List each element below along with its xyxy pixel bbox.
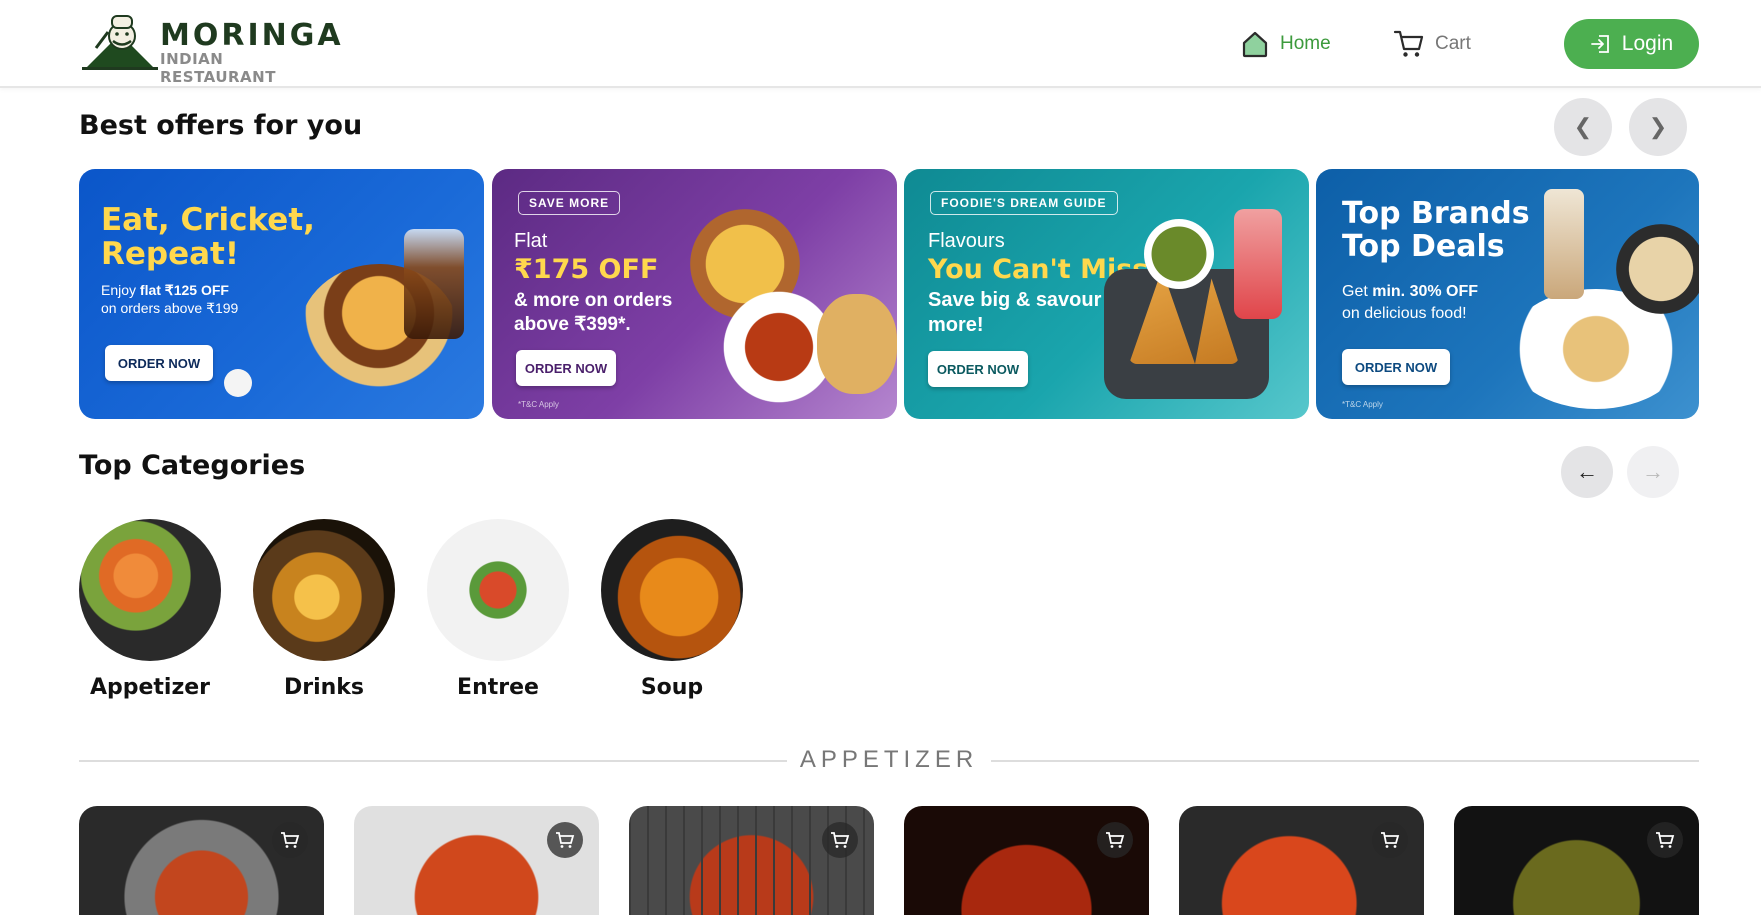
banner-headline: Top Brands Top Deals bbox=[1342, 196, 1530, 264]
nav-cart-label: Cart bbox=[1435, 33, 1471, 54]
banner-offer-subtext: on orders above ₹199 bbox=[101, 300, 239, 316]
offers-carousel: Eat, Cricket, Repeat! Enjoy flat ₹125 OF… bbox=[79, 169, 1699, 419]
add-to-cart-button[interactable] bbox=[547, 822, 583, 858]
home-icon bbox=[1242, 31, 1268, 58]
logo-subtitle: INDIAN RESTAURANT bbox=[160, 50, 276, 86]
drinks-image bbox=[253, 519, 395, 661]
category-label: Appetizer bbox=[89, 675, 211, 700]
add-to-cart-button[interactable] bbox=[822, 822, 858, 858]
banner-headline: ₹175 OFF bbox=[514, 254, 659, 285]
drink-image bbox=[404, 229, 464, 339]
banner-headline: Eat, Cricket, Repeat! bbox=[101, 202, 315, 273]
banner-terms: *T&C Apply bbox=[518, 400, 559, 409]
divider-line-right bbox=[991, 760, 1699, 762]
arrow-right-icon: → bbox=[1642, 459, 1664, 484]
product-card[interactable] bbox=[629, 806, 874, 915]
top-navbar: MORINGA INDIAN RESTAURANT Home Cart Logi… bbox=[0, 0, 1761, 88]
category-drinks[interactable]: Drinks bbox=[253, 519, 395, 700]
milkshake-image bbox=[1544, 189, 1584, 299]
category-label: Drinks bbox=[283, 675, 365, 700]
offer-banner-flavours[interactable]: FOODIE'S DREAM GUIDE Flavours You Can't … bbox=[904, 169, 1309, 419]
naan-image bbox=[817, 294, 897, 394]
banner-offer-text: Save big & savour more! bbox=[928, 289, 1102, 336]
section-divider: APPETIZER bbox=[79, 746, 1699, 774]
cart-add-icon bbox=[1656, 832, 1675, 848]
add-to-cart-button[interactable] bbox=[1372, 822, 1408, 858]
banner-offer-text: Enjoy flat ₹125 OFF bbox=[101, 282, 229, 298]
chevron-right-icon: ❯ bbox=[1648, 114, 1668, 139]
banner-offer-text: & more on orders above ₹399*. bbox=[514, 290, 673, 335]
product-card[interactable] bbox=[354, 806, 599, 915]
nav-cart-link[interactable]: Cart bbox=[1393, 26, 1471, 62]
offers-prev-button[interactable]: ❮ bbox=[1554, 98, 1612, 156]
banner-terms: *T&C Apply bbox=[1342, 400, 1383, 409]
order-now-button[interactable]: ORDER NOW bbox=[105, 345, 213, 381]
offers-title: Best offers for you bbox=[79, 110, 363, 141]
category-label: Soup bbox=[640, 675, 704, 700]
arrow-left-icon: ← bbox=[1576, 459, 1598, 484]
cricket-ball-image bbox=[224, 369, 252, 397]
cart-add-icon bbox=[556, 832, 575, 848]
order-now-button[interactable]: ORDER NOW bbox=[928, 351, 1028, 387]
banner-pre-text: Flavours bbox=[928, 230, 1005, 252]
add-to-cart-button[interactable] bbox=[272, 822, 308, 858]
banner-pre-text: Flat bbox=[514, 230, 548, 252]
offer-banner-flat-175[interactable]: SAVE MORE Flat ₹175 OFF & more on orders… bbox=[492, 169, 897, 419]
banner-tag: SAVE MORE bbox=[518, 191, 621, 215]
chutney-bowl-image bbox=[1144, 219, 1214, 289]
offer-banner-cricket[interactable]: Eat, Cricket, Repeat! Enjoy flat ₹125 OF… bbox=[79, 169, 484, 419]
product-card[interactable] bbox=[1179, 806, 1424, 915]
appetizer-image bbox=[79, 519, 221, 661]
login-button[interactable]: Login bbox=[1564, 19, 1699, 69]
login-label: Login bbox=[1621, 32, 1674, 55]
categories-title: Top Categories bbox=[79, 450, 306, 481]
login-icon bbox=[1590, 35, 1609, 53]
chevron-left-icon: ❮ bbox=[1573, 114, 1593, 139]
add-to-cart-button[interactable] bbox=[1647, 822, 1683, 858]
cart-add-icon bbox=[1106, 832, 1125, 848]
appetizer-product-list bbox=[79, 806, 1699, 915]
order-now-button[interactable]: ORDER NOW bbox=[516, 350, 616, 386]
dessert-image bbox=[1616, 224, 1699, 314]
category-label: Entree bbox=[457, 675, 539, 700]
chef-logo-icon bbox=[82, 15, 158, 70]
logo-title: MORINGA bbox=[160, 18, 344, 53]
offer-banner-top-brands[interactable]: Top Brands Top Deals Get min. 30% OFF on… bbox=[1316, 169, 1699, 419]
category-appetizer[interactable]: Appetizer bbox=[79, 519, 221, 700]
cart-add-icon bbox=[281, 832, 300, 848]
soup-image bbox=[601, 519, 743, 661]
product-card[interactable] bbox=[904, 806, 1149, 915]
product-card[interactable] bbox=[79, 806, 324, 915]
categories-next-button[interactable]: → bbox=[1627, 446, 1679, 498]
add-to-cart-button[interactable] bbox=[1097, 822, 1133, 858]
offers-next-button[interactable]: ❯ bbox=[1629, 98, 1687, 156]
juice-image bbox=[1234, 209, 1282, 319]
banner-offer-text: Get min. 30% OFF bbox=[1342, 283, 1479, 300]
nav-home-label: Home bbox=[1280, 33, 1331, 54]
cart-add-icon bbox=[1381, 832, 1400, 848]
restaurant-logo[interactable]: MORINGA INDIAN RESTAURANT bbox=[82, 12, 341, 86]
cart-icon bbox=[1393, 30, 1424, 57]
categories-prev-button[interactable]: ← bbox=[1561, 446, 1613, 498]
product-card[interactable] bbox=[1454, 806, 1699, 915]
nav-home-link[interactable]: Home bbox=[1240, 26, 1331, 62]
banner-offer-subtext: on delicious food! bbox=[1342, 305, 1467, 322]
banner-tag: FOODIE'S DREAM GUIDE bbox=[930, 191, 1118, 215]
order-now-button[interactable]: ORDER NOW bbox=[1342, 349, 1450, 385]
entree-image bbox=[427, 519, 569, 661]
cart-add-icon bbox=[831, 832, 850, 848]
category-soup[interactable]: Soup bbox=[601, 519, 743, 700]
category-entree[interactable]: Entree bbox=[427, 519, 569, 700]
